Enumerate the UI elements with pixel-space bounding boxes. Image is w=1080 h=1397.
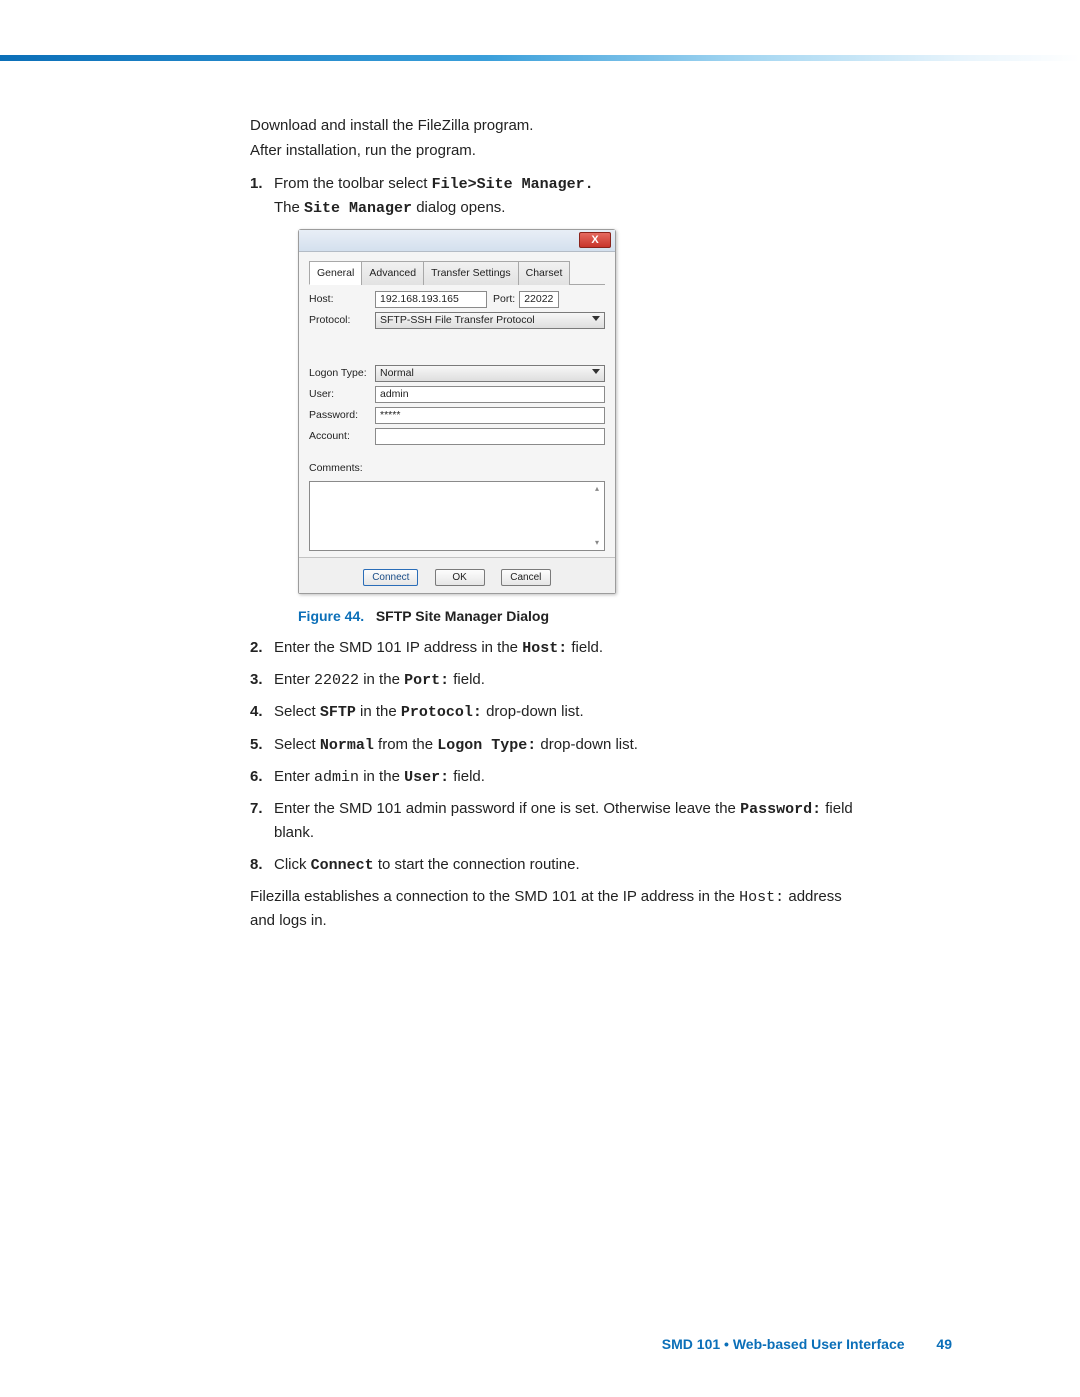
step-number: 1. [250, 172, 263, 195]
password-input[interactable]: ***** [375, 407, 605, 424]
tab-general[interactable]: General [309, 261, 362, 285]
comments-textarea[interactable]: ▴ ▾ [309, 481, 605, 551]
step-text: The [274, 199, 304, 216]
field-name: Host: [739, 889, 784, 906]
site-manager-dialog: X General Advanced Transfer Settings Cha… [298, 229, 616, 595]
logon-type-label: Logon Type: [309, 365, 375, 381]
step-7: 7. Enter the SMD 101 admin password if o… [250, 797, 870, 845]
closing-text: Filezilla establishes a connection to th… [250, 888, 739, 905]
protocol-dropdown[interactable]: SFTP-SSH File Transfer Protocol [375, 312, 605, 329]
step-text: Enter [274, 671, 314, 688]
step-text: in the [359, 671, 404, 688]
header-stripe [0, 55, 1080, 61]
field-name: Logon Type: [437, 737, 536, 754]
protocol-value: SFTP-SSH File Transfer Protocol [380, 314, 535, 326]
intro-line-2: After installation, run the program. [250, 140, 870, 163]
port-value: 22022 [314, 672, 359, 689]
step-number: 5. [250, 733, 263, 756]
step-text: Select [274, 703, 320, 720]
step-text: to start the connection routine. [374, 856, 580, 873]
step-text: Enter [274, 768, 314, 785]
step-5: 5. Select Normal from the Logon Type: dr… [250, 733, 870, 757]
port-label: Port: [493, 291, 515, 307]
protocol-value: SFTP [320, 704, 356, 721]
account-label: Account: [309, 428, 375, 444]
scroll-up-icon[interactable]: ▴ [591, 483, 603, 495]
step-text: drop-down list. [536, 736, 638, 753]
footer-text: SMD 101 • Web-based User Interface [662, 1336, 905, 1352]
connect-button[interactable]: Connect [363, 569, 418, 586]
step-number: 2. [250, 636, 263, 659]
step-text: dialog opens. [412, 199, 505, 216]
host-label: Host: [309, 291, 375, 307]
cancel-button[interactable]: Cancel [501, 569, 551, 586]
logon-type-value: Normal [380, 367, 414, 379]
account-input[interactable] [375, 428, 605, 445]
step-text: Enter the SMD 101 IP address in the [274, 639, 522, 656]
step-number: 3. [250, 668, 263, 691]
step-text: from the [374, 736, 437, 753]
protocol-label: Protocol: [309, 312, 375, 328]
step-8: 8. Click Connect to start the connection… [250, 853, 870, 877]
page-number: 49 [936, 1336, 952, 1352]
port-input[interactable]: 22022 [519, 291, 559, 308]
step-text: in the [356, 703, 401, 720]
host-input[interactable]: 192.168.193.165 [375, 291, 487, 308]
step-number: 6. [250, 765, 263, 788]
close-button[interactable]: X [579, 232, 611, 248]
field-name: Host: [522, 640, 567, 657]
step-text: in the [359, 768, 404, 785]
tab-advanced[interactable]: Advanced [361, 261, 424, 285]
button-name: Connect [311, 857, 374, 874]
dialog-titlebar: X [299, 230, 615, 252]
closing-paragraph: Filezilla establishes a connection to th… [250, 885, 870, 933]
user-input[interactable]: admin [375, 386, 605, 403]
figure-label: Figure 44. [298, 608, 364, 624]
tab-strip: General Advanced Transfer Settings Chars… [309, 260, 605, 285]
logon-value: Normal [320, 737, 374, 754]
field-name: Port: [404, 672, 449, 689]
step-text: field. [449, 768, 485, 785]
dialog-name: Site Manager [304, 200, 412, 217]
step-4: 4. Select SFTP in the Protocol: drop-dow… [250, 700, 870, 724]
tab-charset[interactable]: Charset [518, 261, 571, 285]
user-value: admin [314, 769, 359, 786]
step-text: Select [274, 736, 320, 753]
step-number: 4. [250, 700, 263, 723]
figure-caption: Figure 44. SFTP Site Manager Dialog [298, 606, 870, 628]
comments-label: Comments: [309, 462, 363, 474]
field-name: User: [404, 769, 449, 786]
step-number: 7. [250, 797, 263, 820]
figure-title: SFTP Site Manager Dialog [376, 608, 549, 624]
step-text: field. [567, 639, 603, 656]
intro-line-1: Download and install the FileZilla progr… [250, 115, 870, 138]
dialog-body: General Advanced Transfer Settings Chars… [299, 252, 615, 558]
step-text: Click [274, 856, 311, 873]
tab-transfer-settings[interactable]: Transfer Settings [423, 261, 519, 285]
step-1: 1. From the toolbar select File>Site Man… [250, 172, 870, 628]
page-content: Download and install the FileZilla progr… [250, 115, 870, 932]
step-6: 6. Enter admin in the User: field. [250, 765, 870, 789]
password-label: Password: [309, 407, 375, 423]
chevron-down-icon [592, 369, 600, 374]
field-name: Password: [740, 801, 821, 818]
logon-type-dropdown[interactable]: Normal [375, 365, 605, 382]
step-number: 8. [250, 853, 263, 876]
step-2: 2. Enter the SMD 101 IP address in the H… [250, 636, 870, 660]
step-text: From the toolbar select [274, 175, 432, 192]
chevron-down-icon [592, 316, 600, 321]
step-text: drop-down list. [482, 703, 584, 720]
ok-button[interactable]: OK [435, 569, 485, 586]
user-label: User: [309, 386, 375, 402]
step-text: field. [449, 671, 485, 688]
field-name: Protocol: [401, 704, 482, 721]
dialog-footer: Connect OK Cancel [299, 557, 615, 593]
step-3: 3. Enter 22022 in the Port: field. [250, 668, 870, 692]
step-text: Enter the SMD 101 admin password if one … [274, 800, 740, 817]
menu-path: File>Site Manager. [432, 176, 594, 193]
page-footer: SMD 101 • Web-based User Interface 49 [662, 1336, 952, 1352]
scroll-down-icon[interactable]: ▾ [591, 537, 603, 549]
